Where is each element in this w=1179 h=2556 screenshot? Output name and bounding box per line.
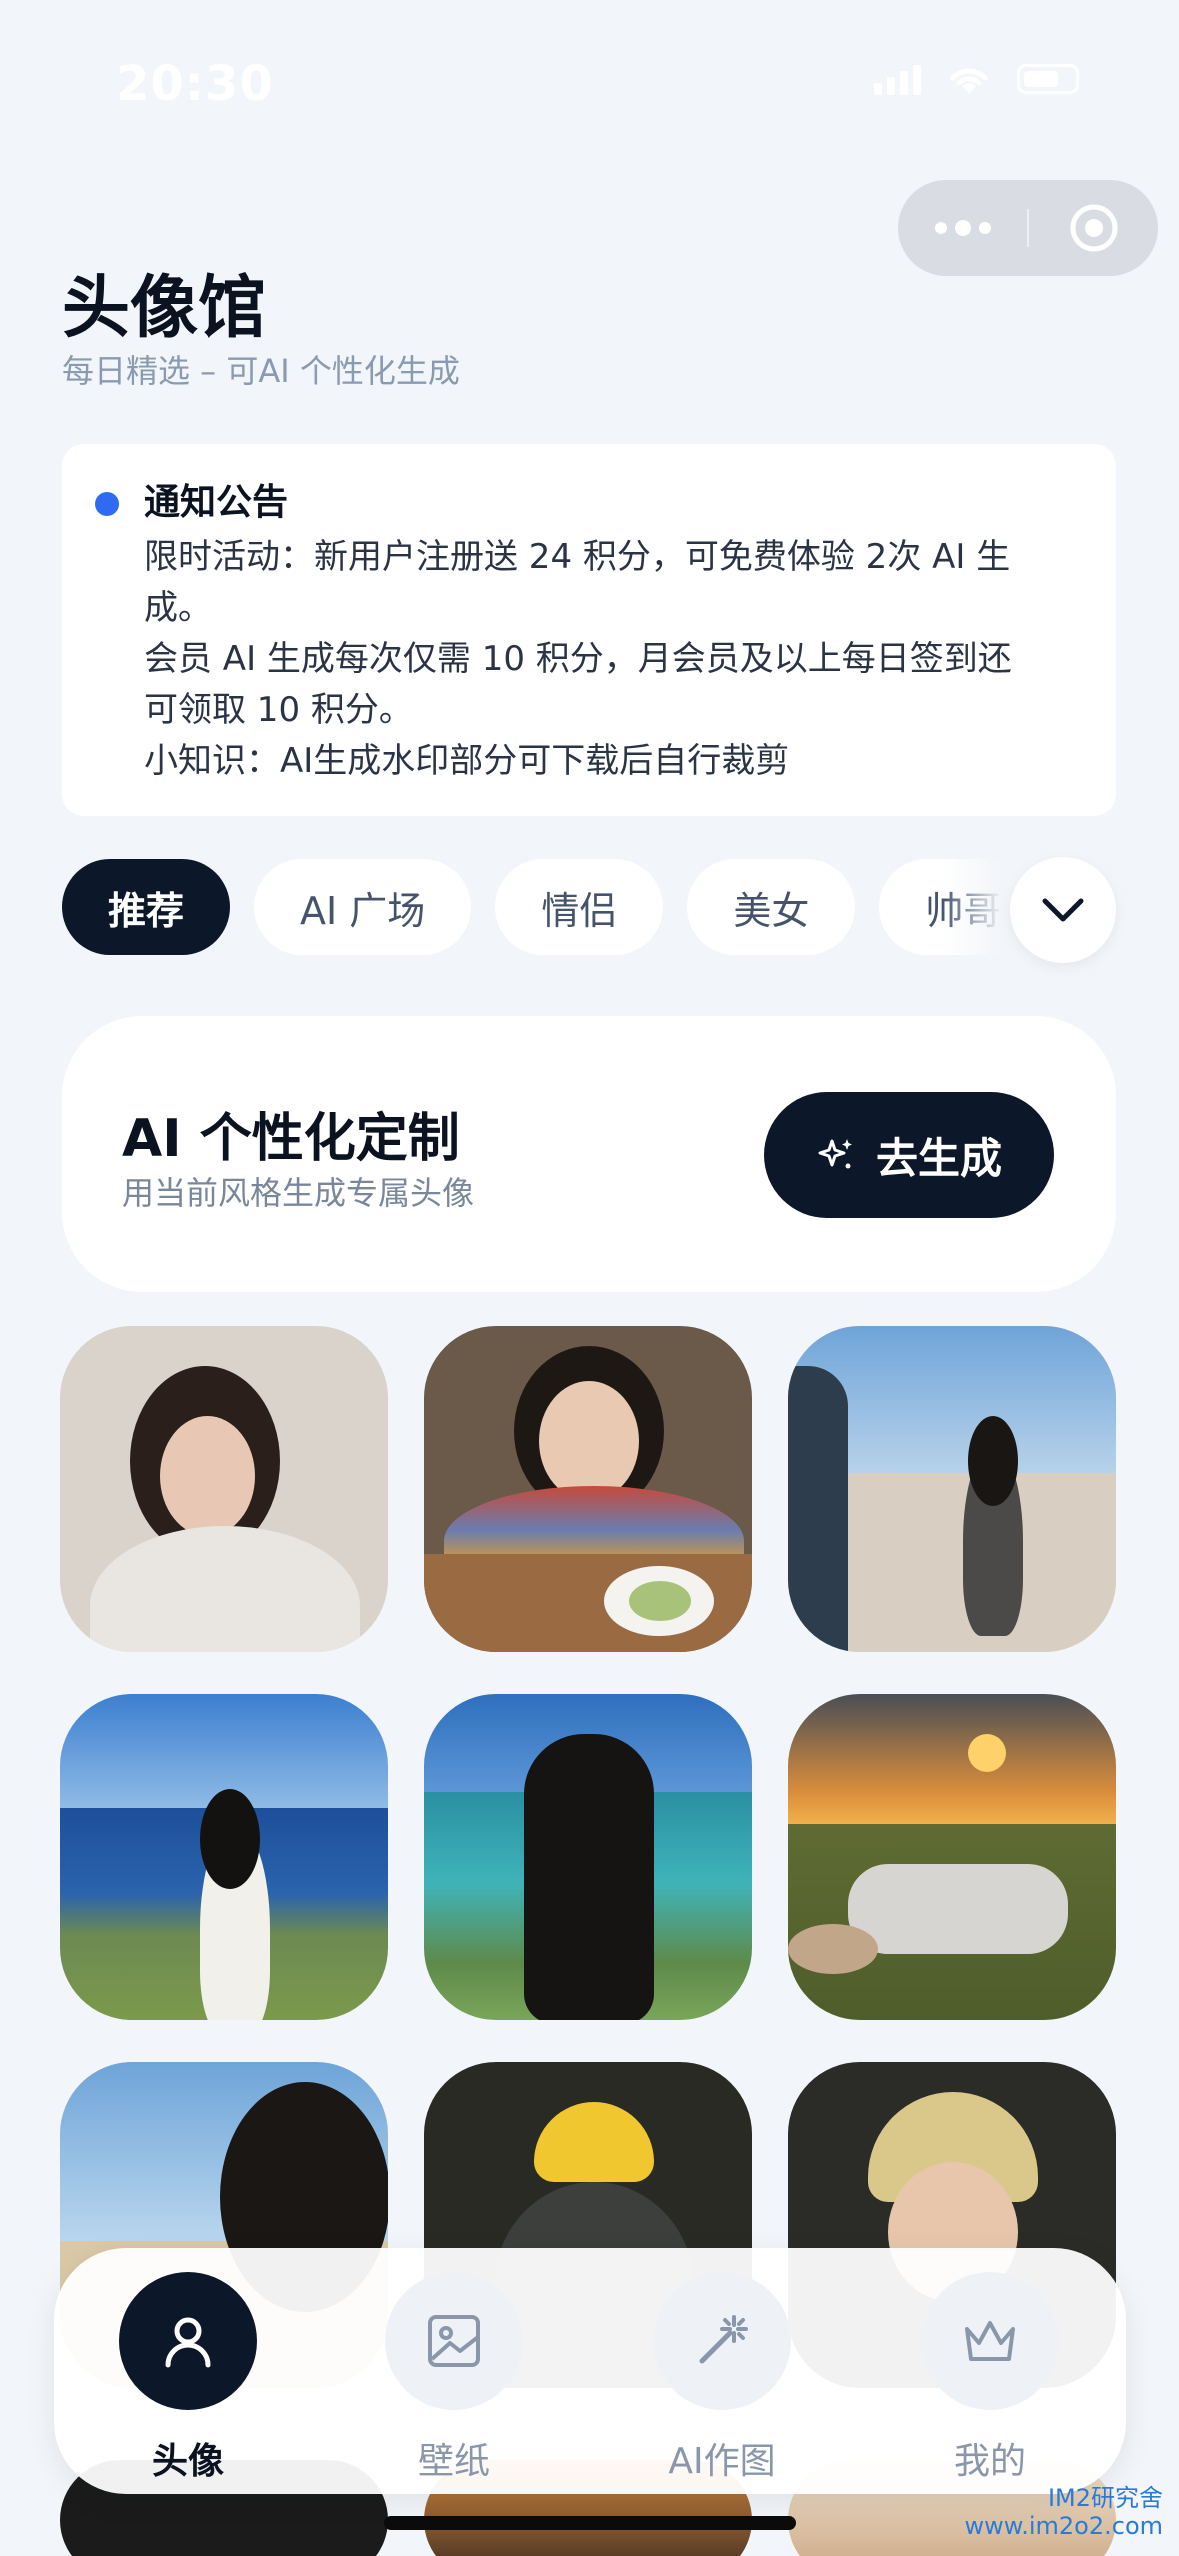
tab-couple[interactable]: 情侣 [495,859,664,955]
photo-tile[interactable] [424,1694,752,2020]
chevron-down-icon [1042,898,1084,922]
photo-tile[interactable] [788,1326,1116,1652]
nav-icon-wrap [119,2272,257,2410]
magic-wand-icon [699,2315,748,2364]
page-subtitle: 每日精选 – 可AI 个性化生成 [62,352,460,390]
tab-recommend[interactable]: 推荐 [62,859,231,955]
user-icon [165,2317,211,2368]
notice-line: 可领取 10 积分。 [144,690,413,730]
home-indicator [384,2516,796,2530]
nav-label: 壁纸 [417,2441,490,2482]
watermark-line: www.im2o2.com [964,2512,1163,2540]
generate-button[interactable]: 去生成 [764,1092,1054,1218]
photo-tile[interactable] [60,1694,388,2020]
nav-item-mine[interactable]: 我的 [890,2272,1090,2484]
notice-line: 限时活动：新用户注册送 24 积分，可免费体验 2次 AI 生 [144,537,1011,577]
crown-icon [965,2321,1015,2361]
status-bar: 20:30 [0,0,1179,170]
expand-tabs-button[interactable] [1010,857,1116,963]
photo-tile[interactable] [788,1694,1116,2020]
image-icon [428,2315,480,2367]
nav-item-avatar[interactable]: 头像 [88,2272,288,2484]
photo-tile[interactable] [424,1326,752,1652]
wifi-icon [950,68,988,94]
category-tabs: 推荐 AI 广场 情侣 美女 帅哥 [62,856,1002,958]
notice-title: 通知公告 [144,482,289,523]
tabs-fade [942,856,1002,958]
notice-line: 小知识：AI生成水印部分可下载后自行裁剪 [144,741,790,781]
tab-ai-square[interactable]: AI 广场 [254,859,472,955]
nav-icon-wrap [653,2272,791,2410]
notice-dot-icon [95,492,119,516]
battery-icon [1017,64,1079,94]
more-icon[interactable] [898,220,1027,236]
nav-item-ai-draw[interactable]: AI作图 [622,2272,822,2484]
signal-icon [874,63,921,95]
nav-icon-wrap [385,2272,523,2410]
nav-icon-wrap [921,2272,1059,2410]
sparkle-icon [818,1139,852,1169]
bottom-nav: 头像 壁纸 AI作图 我的 [54,2248,1126,2494]
nav-label: 我的 [953,2441,1026,2482]
nav-item-wallpaper[interactable]: 壁纸 [354,2272,554,2484]
ai-card-title: AI 个性化定制 [122,1109,460,1169]
notice-line: 成。 [144,588,212,628]
notice-line: 会员 AI 生成每次仅需 10 积分，月会员及以上每日签到还 [144,639,1012,679]
close-target-icon[interactable] [1029,202,1158,254]
notice-card: 通知公告 限时活动：新用户注册送 24 积分，可免费体验 2次 AI 生 成。 … [62,444,1116,816]
watermark: IM2研究舍 www.im2o2.com [965,2484,1163,2540]
ai-card-subtitle: 用当前风格生成专属头像 [122,1174,475,1212]
nav-label: AI作图 [668,2441,776,2482]
ai-custom-card: AI 个性化定制 用当前风格生成专属头像 去生成 [62,1016,1116,1292]
page-title: 头像馆 [62,269,267,348]
status-time: 20:30 [116,56,274,112]
tab-beauty[interactable]: 美女 [687,859,856,955]
status-icons [874,62,1079,96]
miniprogram-capsule [898,180,1158,276]
generate-button-label: 去生成 [875,1133,1002,1183]
photo-tile[interactable] [60,1326,388,1652]
watermark-line: IM2研究舍 [1047,2484,1163,2512]
nav-label: 头像 [151,2441,224,2482]
